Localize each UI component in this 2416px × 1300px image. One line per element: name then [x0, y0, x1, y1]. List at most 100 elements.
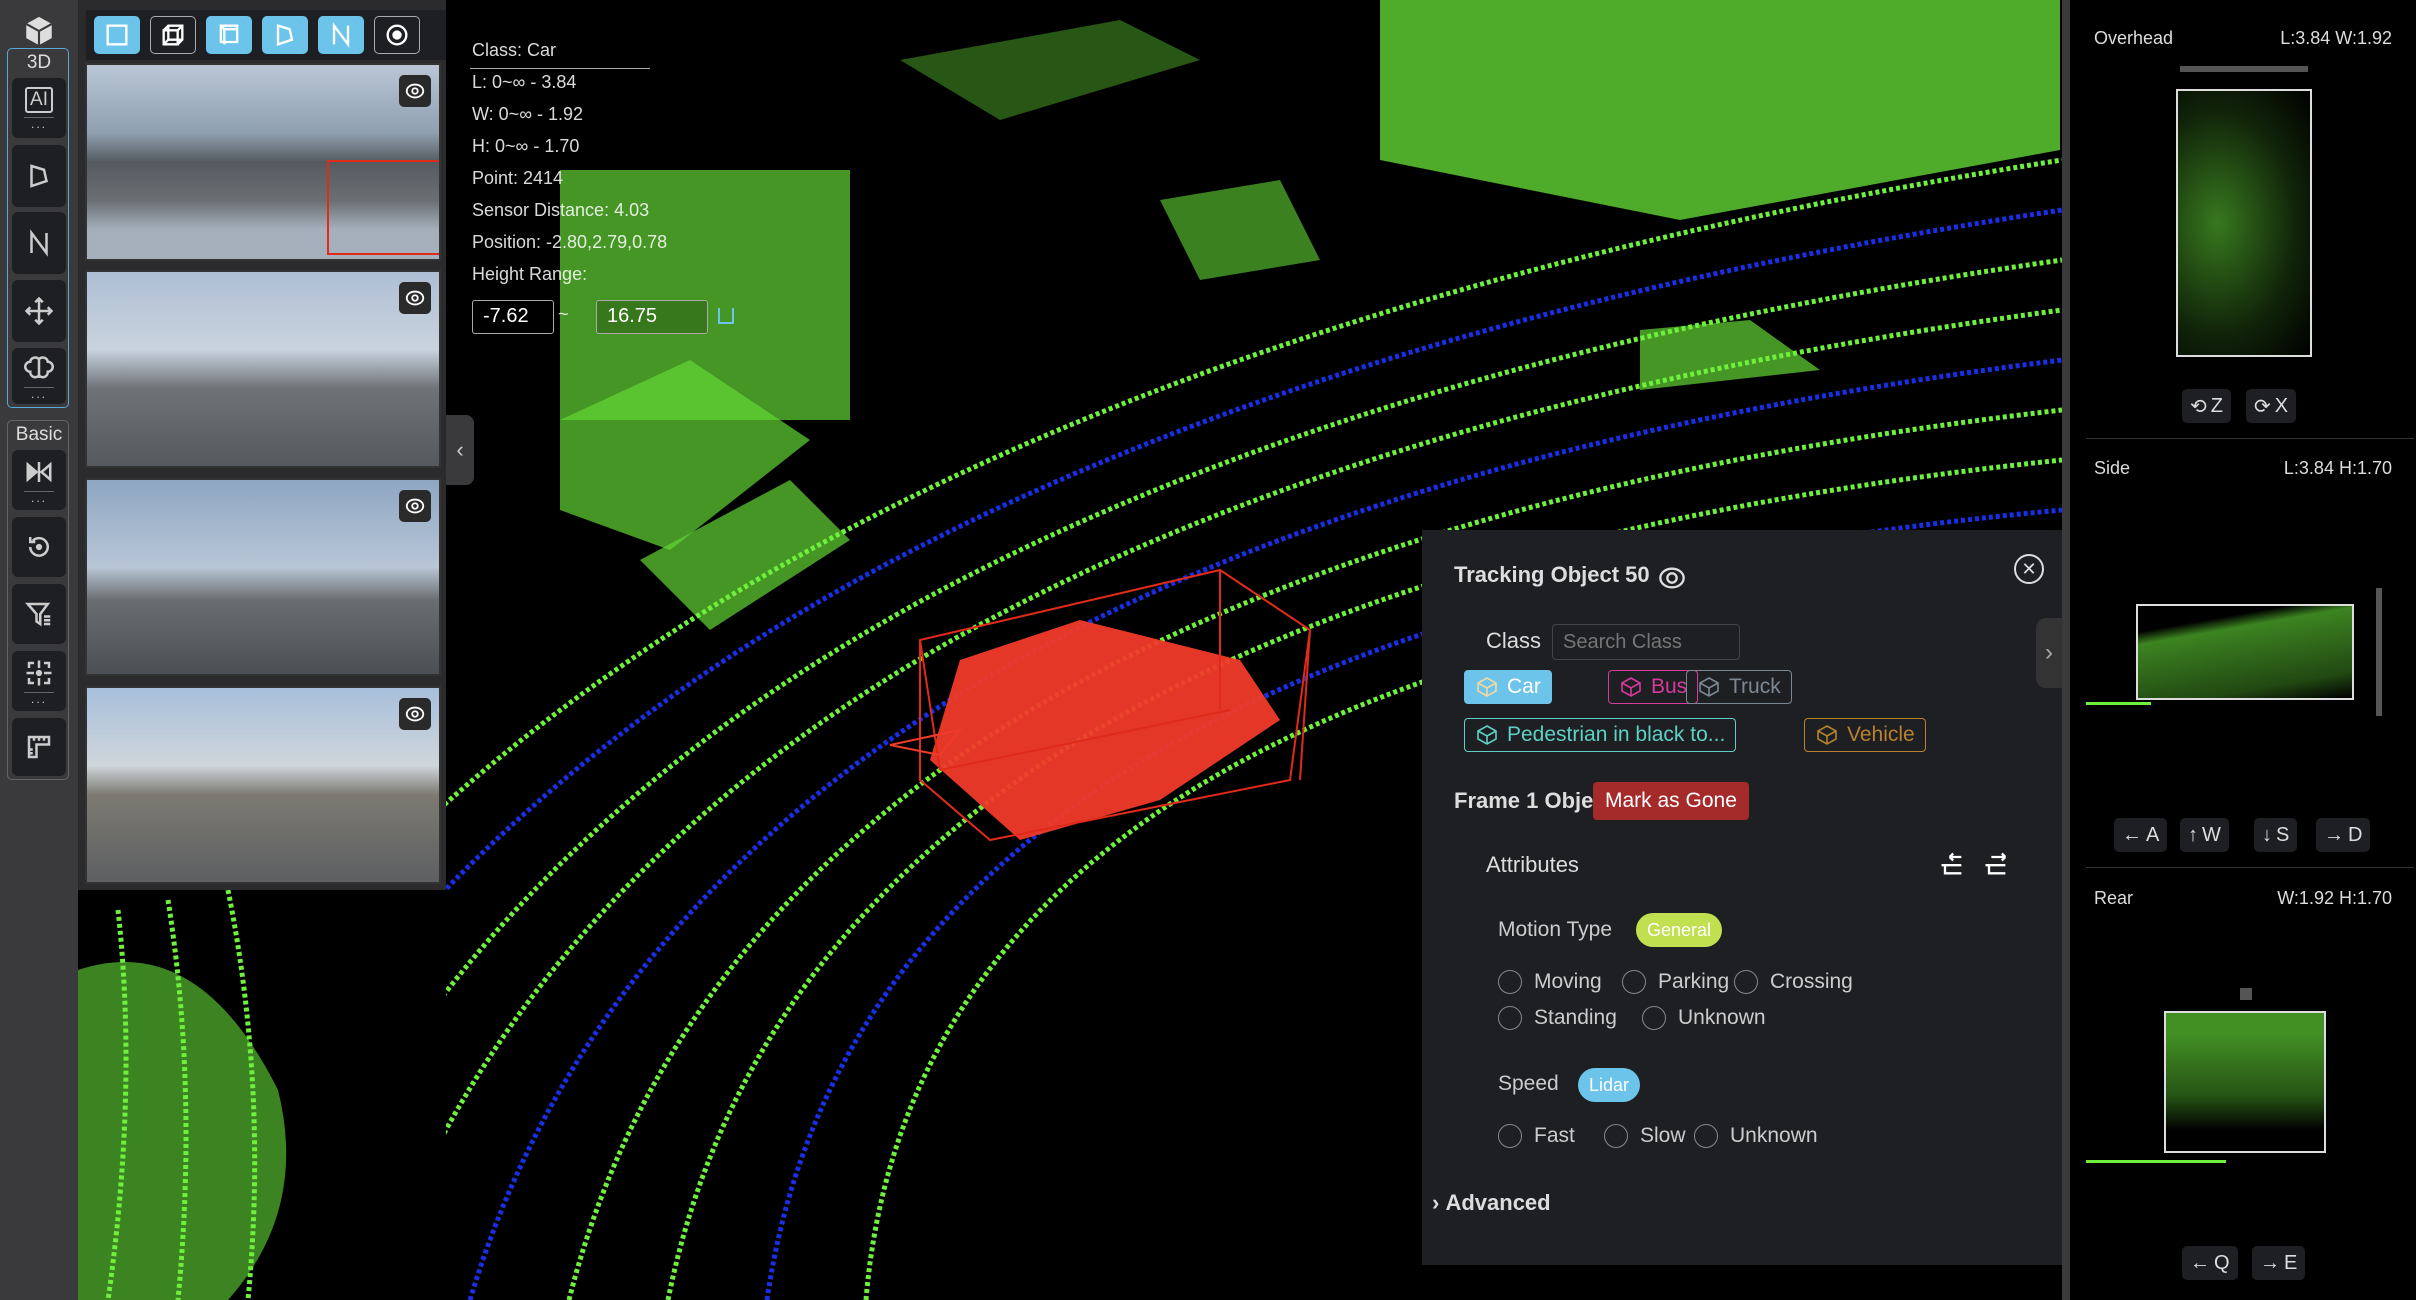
radio-label: Standing: [1534, 1006, 1617, 1029]
more-indicator: ...: [24, 490, 54, 504]
camera-image-1[interactable]: [85, 63, 441, 261]
collapse-camera-button[interactable]: ‹: [446, 415, 474, 485]
class-chip-label: Vehicle: [1847, 723, 1915, 746]
radio-motion-moving[interactable]: Moving: [1498, 970, 1602, 994]
radio-label: Fast: [1534, 1124, 1575, 1147]
radio-label: Moving: [1534, 970, 1602, 993]
rotate-q-button[interactable]: ← Q: [2182, 1246, 2238, 1280]
eye-icon[interactable]: [399, 490, 431, 522]
rear-label: Rear: [2094, 888, 2134, 908]
side-label: Side: [2094, 458, 2131, 478]
info-sensor-distance: Sensor Distance: 4.03: [472, 200, 650, 220]
search-class-input[interactable]: [1552, 624, 1740, 660]
radio-motion-crossing[interactable]: Crossing: [1734, 970, 1853, 994]
radio-circle[interactable]: [1604, 1124, 1628, 1148]
move-right-button[interactable]: → D: [2316, 818, 2371, 852]
key-label: E: [2284, 1251, 2298, 1274]
camera-image-2[interactable]: [85, 270, 441, 468]
key-label: Q: [2214, 1251, 2230, 1274]
focus-tool-button[interactable]: ...: [12, 651, 66, 711]
side-dims: L:3.84 H:1.70: [2283, 458, 2392, 478]
rotate-e-button[interactable]: → E: [2252, 1246, 2306, 1280]
height-max-input[interactable]: 16.75: [596, 300, 708, 334]
apply-range-icon[interactable]: [718, 308, 734, 324]
mirror-tool-button[interactable]: ...: [12, 450, 66, 510]
class-chip-label: Car: [1507, 675, 1541, 698]
overhead-rotation-handle[interactable]: [2180, 66, 2308, 72]
box-tool-button[interactable]: [206, 16, 252, 54]
filter-tool-button[interactable]: [12, 584, 66, 644]
selected-object[interactable]: [889, 568, 1312, 842]
radio-motion-standing[interactable]: Standing: [1498, 1006, 1617, 1030]
divider: [2086, 867, 2414, 868]
more-indicator: ...: [24, 386, 54, 400]
secondary-point-cloud-view[interactable]: [78, 890, 446, 1300]
brain-tool-button[interactable]: ...: [12, 348, 66, 404]
class-chip-truck[interactable]: Truck: [1686, 670, 1792, 704]
eye-icon[interactable]: [399, 75, 431, 107]
radio-motion-parking[interactable]: Parking: [1622, 970, 1729, 994]
radio-speed-unknown[interactable]: Unknown: [1694, 1124, 1818, 1148]
side-view-box[interactable]: [2136, 604, 2354, 700]
move-down-button[interactable]: ↓ S: [2254, 818, 2298, 852]
radio-circle[interactable]: [1622, 970, 1646, 994]
ai-tool-button[interactable]: AI ...: [12, 78, 66, 138]
advanced-toggle[interactable]: › Advanced: [1432, 1190, 1551, 1216]
expand-attributes-icon[interactable]: [1982, 850, 2010, 878]
eye-icon[interactable]: [1658, 564, 1686, 592]
radio-circle[interactable]: [1498, 1006, 1522, 1030]
class-chip-bus[interactable]: Bus: [1608, 670, 1699, 704]
rotate-z-button[interactable]: ⟲ Z: [2182, 389, 2231, 423]
radio-circle[interactable]: [1734, 970, 1758, 994]
collapse-attributes-icon[interactable]: [1938, 850, 1966, 878]
rotate-right-icon: ⟳: [2254, 395, 2271, 418]
polygon-tool-button[interactable]: [262, 16, 308, 54]
expand-panel-button[interactable]: ›: [2036, 618, 2062, 688]
ruler-tool-button[interactable]: [12, 718, 66, 776]
radio-speed-slow[interactable]: Slow: [1604, 1124, 1686, 1148]
mark-as-gone-button[interactable]: Mark as Gone: [1593, 782, 1749, 820]
move-up-button[interactable]: ↑ W: [2180, 818, 2229, 852]
radio-circle[interactable]: [1694, 1124, 1718, 1148]
eye-icon[interactable]: [399, 282, 431, 314]
eye-icon[interactable]: [399, 698, 431, 730]
divider: [2086, 438, 2414, 439]
class-chip-car[interactable]: Car: [1464, 670, 1552, 704]
rotate-x-button[interactable]: ⟳ X: [2246, 389, 2297, 423]
left-toolbar: 3D AI ... ... Basic ... ...: [0, 0, 78, 1300]
group-3d-label: 3D: [26, 52, 52, 73]
cuboid-icon: [162, 24, 184, 46]
camera-image-4[interactable]: [85, 686, 441, 884]
radio-circle[interactable]: [1498, 1124, 1522, 1148]
reset-tool-button[interactable]: [12, 517, 66, 577]
move-tool-button[interactable]: [12, 280, 66, 342]
cuboid-tool-button[interactable]: [150, 16, 196, 54]
polyline-tool-button[interactable]: [12, 212, 66, 274]
frame-object-label: Frame 1 Object: [1454, 788, 1613, 813]
radio-motion-unknown[interactable]: Unknown: [1642, 1006, 1766, 1030]
point-tool-button[interactable]: [374, 16, 420, 54]
rear-rotation-handle[interactable]: [2240, 988, 2252, 1000]
divider: [470, 68, 650, 69]
camera-image-3[interactable]: [85, 478, 441, 676]
polyline-tool-button[interactable]: [318, 16, 364, 54]
cube-icon[interactable]: [22, 14, 56, 48]
focus-icon: [26, 660, 52, 685]
side-height-handle[interactable]: [2376, 588, 2382, 716]
height-min-input[interactable]: -7.62: [472, 300, 554, 334]
radio-circle[interactable]: [1642, 1006, 1666, 1030]
radio-label: Parking: [1658, 970, 1730, 993]
class-chip-pedestrian[interactable]: Pedestrian in black to...: [1464, 718, 1737, 752]
move-icon: [24, 296, 54, 326]
move-left-button[interactable]: ← A: [2114, 818, 2168, 852]
class-chip-vehicle[interactable]: Vehicle: [1804, 718, 1926, 752]
radio-speed-fast[interactable]: Fast: [1498, 1124, 1575, 1148]
rear-view-box[interactable]: [2164, 1011, 2326, 1153]
polygon-tool-button[interactable]: [12, 145, 66, 207]
close-button[interactable]: ✕: [2014, 554, 2044, 584]
polyline-icon: [332, 22, 350, 48]
radio-circle[interactable]: [1498, 970, 1522, 994]
rect-tool-button[interactable]: [94, 16, 140, 54]
overhead-view-box[interactable]: [2176, 89, 2312, 357]
group-basic-label: Basic: [15, 424, 63, 445]
